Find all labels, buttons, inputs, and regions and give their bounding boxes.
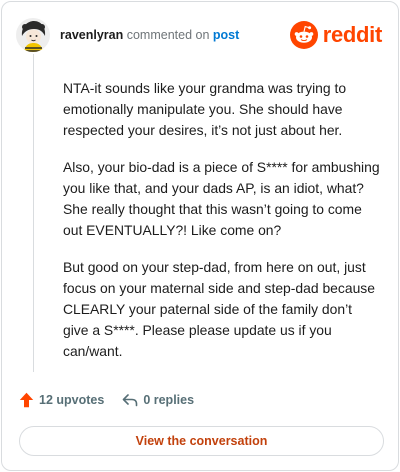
- action-text: commented on: [126, 28, 210, 42]
- avatar-image: [16, 18, 50, 52]
- upvote-button[interactable]: 12 upvotes: [19, 392, 104, 408]
- post-link[interactable]: post: [213, 28, 239, 42]
- comment-paragraph: Also, your bio-dad is a piece of S**** f…: [63, 159, 380, 238]
- reddit-alien-logo: [289, 21, 318, 49]
- upvote-count: 12 upvotes: [39, 393, 105, 407]
- upvote-arrow-icon: [19, 392, 34, 408]
- reply-count: 0 replies: [143, 393, 195, 407]
- comment-header: ravenlyran commented on post reddit: [16, 18, 384, 52]
- comment-paragraph: But good on your step-dad, from here on …: [63, 259, 375, 359]
- avatar[interactable]: [16, 18, 50, 52]
- brand-wordmark: reddit: [322, 22, 383, 47]
- comment-paragraph: NTA-it sounds like your grandma was tryi…: [63, 80, 347, 138]
- comment-card: ravenlyran commented on post reddit NTA-…: [1, 1, 399, 471]
- view-conversation-button[interactable]: View the conversation: [19, 426, 384, 456]
- comment-body: NTA-it sounds like your grandma was tryi…: [63, 78, 381, 378]
- comment-actions: 12 upvotes 0 replies: [19, 390, 194, 410]
- reddit-brand[interactable]: reddit: [289, 20, 383, 50]
- reply-button[interactable]: 0 replies: [122, 393, 194, 407]
- thread-line: [33, 54, 34, 372]
- username[interactable]: ravenlyran: [60, 28, 123, 42]
- comment-meta: ravenlyran commented on post: [60, 27, 239, 43]
- reply-arrow-icon: [123, 394, 138, 407]
